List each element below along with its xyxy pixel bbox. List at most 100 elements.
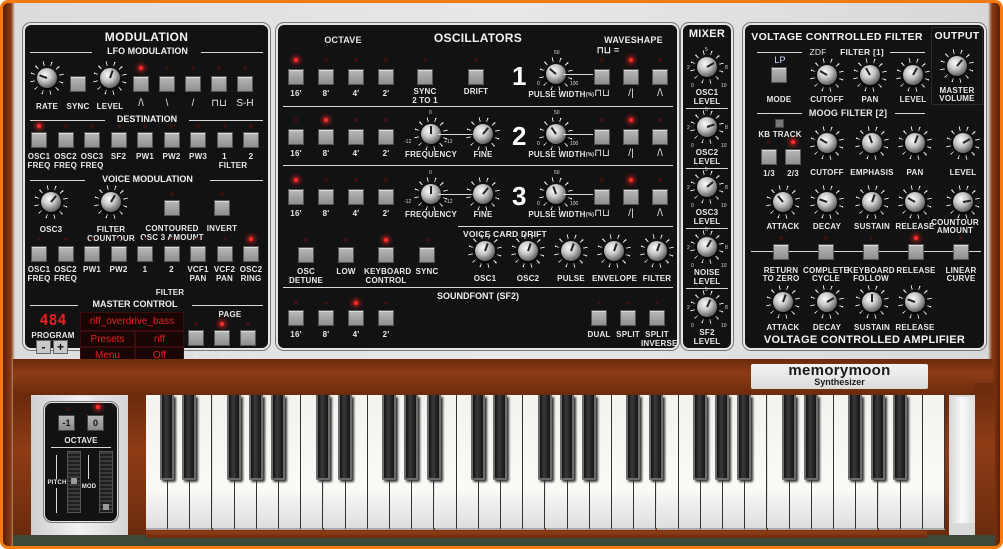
destination-button[interactable] bbox=[163, 132, 180, 148]
black-key[interactable] bbox=[426, 395, 441, 480]
black-key[interactable] bbox=[271, 395, 286, 480]
moog-level-knob[interactable] bbox=[953, 133, 973, 153]
black-key[interactable] bbox=[537, 395, 552, 480]
osc2-fine-knob[interactable] bbox=[473, 124, 493, 144]
switch-button[interactable] bbox=[863, 244, 879, 260]
osc2-octave-0-button[interactable] bbox=[288, 129, 304, 145]
contoured-osc3-button[interactable] bbox=[164, 200, 180, 216]
invert-button[interactable] bbox=[214, 200, 230, 216]
filter1-pan-knob[interactable] bbox=[860, 65, 880, 85]
osc3-octave-1-button[interactable] bbox=[318, 189, 334, 205]
program-minus-button[interactable]: - bbox=[36, 340, 51, 354]
page-3-button[interactable] bbox=[240, 330, 256, 346]
osc1-wave-2-button[interactable] bbox=[652, 69, 668, 85]
drift-button[interactable] bbox=[468, 69, 484, 85]
sync-2-to-1-button[interactable] bbox=[417, 69, 433, 85]
voice-destination-button[interactable] bbox=[110, 246, 127, 262]
voice-osc3-knob[interactable] bbox=[41, 192, 61, 212]
voice-destination-button[interactable] bbox=[31, 246, 47, 262]
osc1-wave-0-button[interactable] bbox=[594, 69, 610, 85]
mixer-noise-level-knob[interactable] bbox=[697, 237, 717, 257]
keyboard-control-button[interactable] bbox=[378, 247, 394, 263]
osc2-octave-3-button[interactable] bbox=[378, 129, 394, 145]
destination-button[interactable] bbox=[216, 132, 233, 148]
switch-button[interactable] bbox=[818, 244, 834, 260]
osc3-wave-2-button[interactable] bbox=[652, 189, 668, 205]
black-key[interactable] bbox=[781, 395, 796, 480]
filter-mode-button[interactable] bbox=[771, 67, 787, 83]
osc1-octave-3-button[interactable] bbox=[378, 69, 394, 85]
black-key[interactable] bbox=[715, 395, 730, 480]
pitch-wheel[interactable] bbox=[67, 451, 81, 513]
black-key[interactable] bbox=[582, 395, 596, 480]
black-key[interactable] bbox=[182, 395, 197, 480]
drift-osc1-knob[interactable] bbox=[475, 241, 495, 261]
octave--1-button[interactable]: -1 bbox=[58, 415, 75, 431]
lfo-level-knob[interactable] bbox=[100, 68, 120, 88]
presets-button[interactable]: Presets bbox=[80, 331, 135, 347]
lfo-wave-triangle-button[interactable] bbox=[133, 76, 149, 92]
sf2-mode-button[interactable] bbox=[620, 310, 636, 326]
drift-osc2-knob[interactable] bbox=[518, 241, 538, 261]
amp-attack-knob[interactable] bbox=[773, 292, 793, 312]
amp-release-knob[interactable] bbox=[905, 292, 925, 312]
osc3-wave-1-button[interactable] bbox=[623, 189, 639, 205]
page-2-button[interactable] bbox=[214, 330, 230, 346]
mixer-osc2-level-knob[interactable] bbox=[697, 117, 717, 137]
osc1-octave-2-button[interactable] bbox=[348, 69, 364, 85]
black-key[interactable] bbox=[559, 395, 574, 480]
filter-env-release-knob[interactable] bbox=[905, 192, 925, 212]
lfo-wave-saw-up-button[interactable] bbox=[185, 76, 201, 92]
osc3-octave-0-button[interactable] bbox=[288, 189, 304, 205]
osc3-fine-knob[interactable] bbox=[473, 184, 493, 204]
black-key[interactable] bbox=[626, 395, 641, 480]
black-key[interactable] bbox=[404, 395, 419, 480]
kb-track-2/3-button[interactable] bbox=[785, 149, 801, 165]
drift-pulse-knob[interactable] bbox=[561, 241, 581, 261]
black-key[interactable] bbox=[226, 395, 241, 480]
voice-destination-button[interactable] bbox=[216, 246, 233, 262]
black-key[interactable] bbox=[249, 395, 263, 480]
presets-value[interactable]: riff bbox=[135, 331, 184, 347]
mixer-osc1-level-knob[interactable] bbox=[697, 57, 717, 77]
octave-0-button[interactable]: 0 bbox=[87, 415, 104, 431]
voice-destination-button[interactable] bbox=[243, 246, 259, 262]
voice-destination-button[interactable] bbox=[84, 246, 100, 262]
black-key[interactable] bbox=[892, 395, 907, 480]
voice-destination-button[interactable] bbox=[57, 246, 74, 262]
destination-button[interactable] bbox=[57, 132, 74, 148]
contour-amount-knob[interactable] bbox=[953, 192, 973, 212]
program-plus-button[interactable]: + bbox=[53, 340, 68, 354]
sync-button[interactable] bbox=[419, 247, 435, 263]
black-key[interactable] bbox=[870, 395, 885, 480]
destination-button[interactable] bbox=[137, 132, 153, 148]
osc2-wave-2-button[interactable] bbox=[652, 129, 668, 145]
destination-button[interactable] bbox=[84, 132, 100, 148]
switch-button[interactable] bbox=[773, 244, 789, 260]
master-volume-knob[interactable] bbox=[947, 56, 967, 76]
osc2-wave-0-button[interactable] bbox=[594, 129, 610, 145]
sf2-octave-1-button[interactable] bbox=[318, 310, 334, 326]
sf2-octave-3-button[interactable] bbox=[378, 310, 394, 326]
moog-emphasis-knob[interactable] bbox=[862, 133, 882, 153]
black-key[interactable] bbox=[337, 395, 352, 480]
osc3-octave-2-button[interactable] bbox=[348, 189, 364, 205]
black-key[interactable] bbox=[315, 395, 330, 480]
page-1-button[interactable] bbox=[188, 330, 204, 346]
osc1-wave-1-button[interactable] bbox=[623, 69, 639, 85]
filter-env-sustain-knob[interactable] bbox=[862, 192, 882, 212]
drift-envelope-knob[interactable] bbox=[604, 241, 624, 261]
black-key[interactable] bbox=[693, 395, 707, 480]
moog-pan-knob[interactable] bbox=[905, 133, 925, 153]
lfo-rate-knob[interactable] bbox=[37, 68, 57, 88]
switch-button[interactable] bbox=[908, 244, 924, 260]
black-key[interactable] bbox=[493, 395, 508, 480]
destination-button[interactable] bbox=[31, 132, 47, 148]
filter-contour-knob[interactable] bbox=[101, 192, 121, 212]
filter-env-attack-knob[interactable] bbox=[773, 192, 793, 212]
voice-destination-button[interactable] bbox=[137, 246, 153, 262]
mixer-osc3-level-knob[interactable] bbox=[697, 177, 717, 197]
black-key[interactable] bbox=[160, 395, 175, 480]
drift-filter-knob[interactable] bbox=[647, 241, 667, 261]
patch-name-display[interactable]: riff_overdrive_bass bbox=[80, 312, 184, 331]
